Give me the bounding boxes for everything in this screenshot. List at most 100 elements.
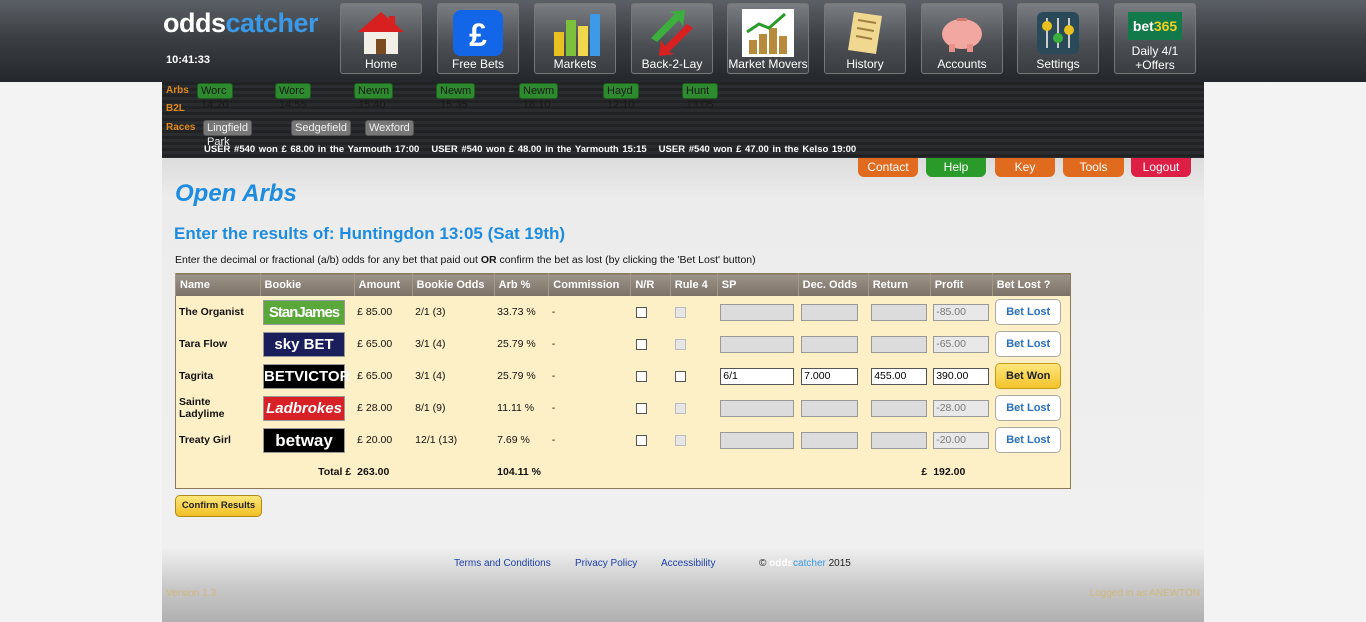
bet-lost-button[interactable]: Bet Lost xyxy=(995,395,1062,421)
accessibility-link[interactable]: Accessibility xyxy=(661,558,715,569)
amount-cell: £ 20.00 xyxy=(357,434,393,446)
nr-checkbox[interactable] xyxy=(635,306,647,318)
piggy-bank-icon xyxy=(942,18,982,52)
contact-button[interactable]: Contact xyxy=(858,158,918,177)
runner-name: Treaty Girl xyxy=(179,434,231,446)
arb-chip[interactable]: Newm 16:10 xyxy=(519,83,559,111)
ticker-item: USER #540 won £ 47.00 in the Kelso 19:00 xyxy=(658,144,857,155)
race-chip[interactable]: Wexford xyxy=(365,120,414,136)
sp-input[interactable] xyxy=(720,399,795,417)
nav-markets-button[interactable]: Markets xyxy=(534,3,616,74)
nav-accounts-button[interactable]: Accounts xyxy=(921,3,1003,74)
bet-lost-button[interactable]: Bet Lost xyxy=(995,427,1062,453)
commission-cell: - xyxy=(551,434,556,446)
logged-in-label: Logged in as ANEWTON xyxy=(1089,588,1200,599)
profit-cell: -28.00 xyxy=(930,392,992,424)
table-row: The Organist StanJames £ 85.00 2/1 (3) 3… xyxy=(176,296,1071,328)
arb-chip[interactable]: Worc 14:20 xyxy=(197,83,233,111)
return-input[interactable] xyxy=(871,431,928,449)
svg-text:bet365: bet365 xyxy=(1133,18,1178,34)
nav-settings-button[interactable]: Settings xyxy=(1017,3,1099,74)
main-content: Contact Help Key Tools Logout Open Arbs … xyxy=(162,158,1204,622)
winners-ticker: USER #540 won £ 68.00 in the Yarmouth 17… xyxy=(204,144,868,155)
odds-cell: 8/1 (9) xyxy=(415,402,446,414)
bet-lost-button[interactable]: Bet Lost xyxy=(995,331,1062,357)
col-rule4: Rule 4 xyxy=(669,273,718,296)
nav-home-button[interactable]: Home xyxy=(340,3,422,74)
coins-chart-icon xyxy=(742,9,794,57)
nav-market-movers-button[interactable]: Market Movers xyxy=(727,3,809,74)
table-row: Tagrita BETVICTOR £ 65.00 3/1 (4) 25.79 … xyxy=(176,360,1071,392)
nr-checkbox[interactable] xyxy=(635,370,647,382)
rule4-checkbox xyxy=(675,434,687,446)
logout-button[interactable]: Logout xyxy=(1131,158,1191,177)
col-commission: Commission xyxy=(548,273,631,296)
return-cell xyxy=(868,424,930,456)
profit-currency: £ xyxy=(921,466,928,478)
privacy-link[interactable]: Privacy Policy xyxy=(575,558,637,569)
race-strip: Arbs Worc 14:20 Worc 14:55 Newm 15:40 Ne… xyxy=(162,82,1204,158)
tools-button[interactable]: Tools xyxy=(1063,158,1124,177)
sp-cell xyxy=(717,392,798,424)
arb-chip[interactable]: Newm 15:40 xyxy=(354,83,394,111)
bet-lost-button[interactable]: Bet Lost xyxy=(995,299,1062,325)
total-profit: 192.00 xyxy=(933,466,966,478)
sp-input[interactable]: 6/1 xyxy=(720,367,795,385)
dec-odds-input[interactable]: 7.000 xyxy=(801,367,859,385)
rule4-checkbox[interactable] xyxy=(675,370,687,382)
race-chip[interactable]: Lingfield Park xyxy=(203,120,252,148)
arb-chip[interactable]: Worc 14:55 xyxy=(275,83,311,111)
bookie-cell: Ladbrokes xyxy=(260,392,354,424)
sp-input[interactable] xyxy=(720,303,795,321)
key-button[interactable]: Key xyxy=(995,158,1055,177)
nr-checkbox[interactable] xyxy=(635,434,647,446)
runner-name: The Organist xyxy=(179,306,244,318)
logo[interactable]: oddscatcher xyxy=(163,8,319,39)
dec-odds-input[interactable] xyxy=(801,303,859,321)
race-chip[interactable]: Sedgefield xyxy=(291,120,351,136)
b2l-label: B2L xyxy=(166,103,185,114)
return-input[interactable]: 455.00 xyxy=(871,367,928,385)
nr-checkbox[interactable] xyxy=(635,402,647,414)
profit-cell: -85.00 xyxy=(930,296,992,328)
dec-cell: 7.000 xyxy=(798,360,868,392)
dec-odds-input[interactable] xyxy=(801,335,859,353)
col-name: Name xyxy=(175,273,261,296)
nav-back-2-lay-button[interactable]: Back-2-Lay xyxy=(631,3,713,74)
arb-cell: 7.69 % xyxy=(497,434,530,446)
odds-cell: 3/1 (4) xyxy=(415,370,446,382)
col-dec-odds: Dec. Odds xyxy=(797,273,869,296)
nr-checkbox[interactable] xyxy=(635,338,647,350)
races-label: Races xyxy=(166,122,196,133)
arb-chip[interactable]: Newm 15:35 xyxy=(436,83,476,111)
confirm-results-button[interactable]: Confirm Results xyxy=(175,495,262,517)
return-input[interactable] xyxy=(871,399,928,417)
terms-link[interactable]: Terms and Conditions xyxy=(454,558,551,569)
nr-cell xyxy=(631,328,670,360)
clock: 10:41:33 xyxy=(166,54,211,66)
nr-cell xyxy=(631,360,670,392)
return-input[interactable] xyxy=(871,303,928,321)
help-button[interactable]: Help xyxy=(926,158,986,177)
results-table: Name Bookie Amount Bookie Odds Arb % Com… xyxy=(175,273,1071,489)
nav-history-button[interactable]: History xyxy=(824,3,906,74)
nr-cell xyxy=(631,296,670,328)
arb-cell: 25.79 % xyxy=(497,338,536,350)
totals-row: Total £ 263.00 104.11 % £ 192.00 xyxy=(176,456,1071,489)
arb-chip[interactable]: Hayd 12:10 xyxy=(603,83,639,111)
sp-input[interactable] xyxy=(720,335,795,353)
return-input[interactable] xyxy=(871,335,928,353)
nav-daily-offers-button[interactable]: bet365 Daily 4/1 +Offers xyxy=(1114,3,1196,74)
sp-input[interactable] xyxy=(720,431,795,449)
sp-cell: 6/1 xyxy=(717,360,798,392)
rule4-checkbox xyxy=(675,402,687,414)
nav-free-bets-button[interactable]: £ Free Bets xyxy=(437,3,519,74)
profit-field[interactable]: 390.00 xyxy=(933,367,990,385)
dec-odds-input[interactable] xyxy=(801,431,859,449)
dec-odds-input[interactable] xyxy=(801,399,859,417)
profit-field: -85.00 xyxy=(933,303,990,321)
commission-cell: - xyxy=(551,338,556,350)
bet-won-button[interactable]: Bet Won xyxy=(995,363,1062,389)
arb-chip[interactable]: Hunt 13:05 xyxy=(682,83,718,111)
col-amount: Amount xyxy=(353,273,413,296)
